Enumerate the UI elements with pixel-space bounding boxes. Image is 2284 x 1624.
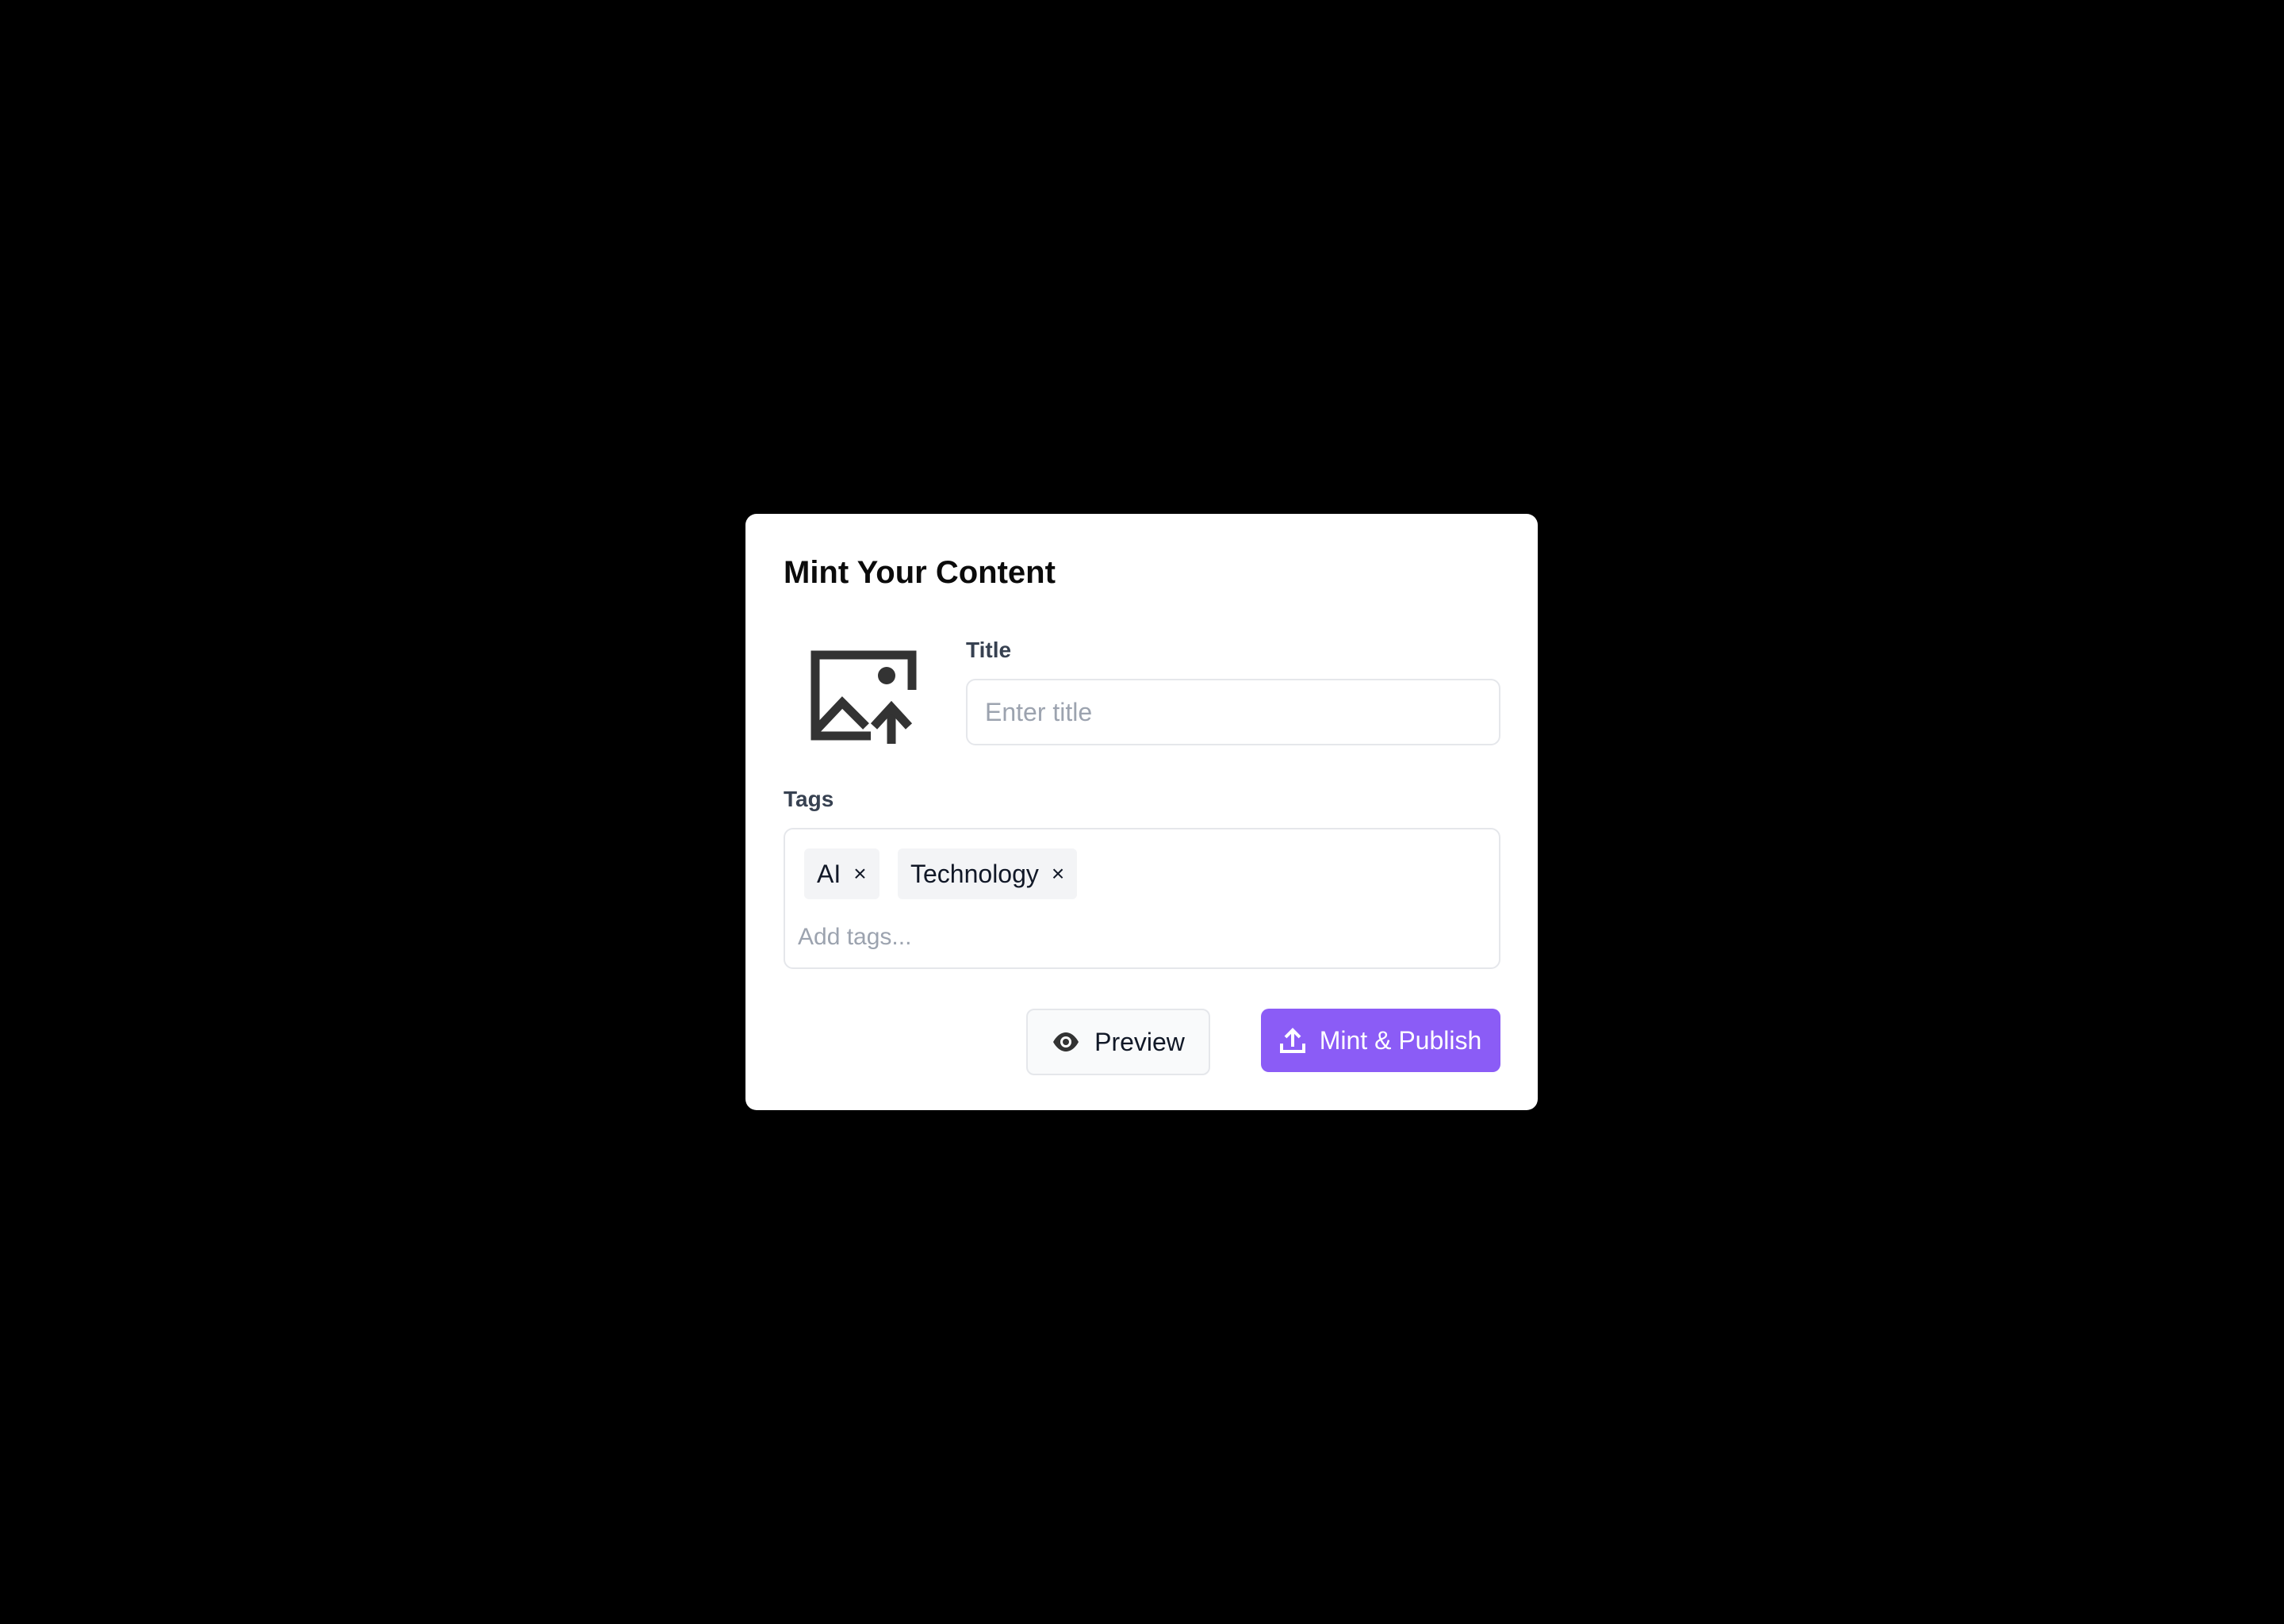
tags-field[interactable]: AI × Technology ×: [784, 828, 1500, 969]
tag-chip-label: AI: [817, 860, 841, 888]
image-upload-icon[interactable]: [811, 650, 917, 745]
tag-chip-technology: Technology ×: [898, 848, 1078, 899]
remove-tag-icon[interactable]: ×: [1052, 858, 1064, 890]
tags-input[interactable]: [798, 918, 1480, 956]
mint-publish-button[interactable]: Mint & Publish: [1261, 1009, 1500, 1072]
tag-chip-label: Technology: [910, 860, 1039, 888]
tags-label: Tags: [784, 787, 834, 811]
title-input[interactable]: [966, 679, 1500, 745]
preview-button[interactable]: Preview: [1026, 1009, 1210, 1075]
tag-chip-ai: AI ×: [804, 848, 879, 899]
eye-icon: [1052, 1032, 1080, 1052]
preview-button-label: Preview: [1094, 1027, 1185, 1056]
mint-content-dialog: Mint Your Content Title Tags AI × Techno…: [745, 514, 1538, 1110]
mint-publish-label: Mint & Publish: [1319, 1025, 1482, 1055]
dialog-title: Mint Your Content: [784, 555, 1056, 590]
remove-tag-icon[interactable]: ×: [853, 858, 866, 890]
title-label: Title: [966, 638, 1012, 662]
upload-icon: [1279, 1028, 1305, 1053]
